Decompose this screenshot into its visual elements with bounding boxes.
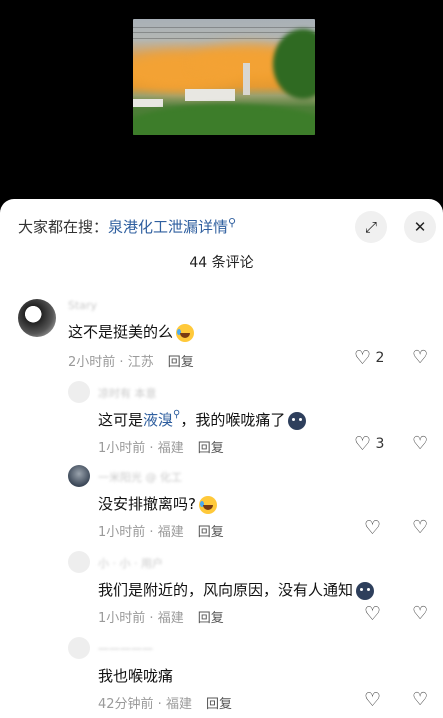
- dislike-button[interactable]: ♡: [412, 689, 428, 710]
- comment-text: 我也喉咙痛: [98, 667, 174, 685]
- factory-building: [133, 99, 163, 107]
- search-prefix: 大家都在搜：: [18, 218, 109, 236]
- laugh-cry-emoji: [198, 495, 217, 514]
- comment-meta: 42分钟前 · 福建 回复: [98, 697, 232, 712]
- comment-meta: 1小时前 · 福建 回复: [98, 611, 224, 626]
- expand-button[interactable]: ⤢: [355, 211, 387, 243]
- comments-sheet: 大家都在搜：泉港化工泄漏详情⚲ ⤢ ✕ 44 条评论 Stary 这不是挺美的么…: [0, 199, 443, 718]
- dislike-button[interactable]: ♡: [412, 433, 428, 454]
- username[interactable]: Stary: [68, 299, 97, 312]
- comment-text: 我们是附近的，风向原因，没有人通知: [98, 579, 375, 600]
- username[interactable]: 小 · 小 · 用户: [98, 555, 163, 571]
- trees: [273, 29, 315, 99]
- video-thumbnail[interactable]: [133, 19, 315, 135]
- broken-heart-icon: ♡: [412, 517, 429, 538]
- like-button[interactable]: ♡ 3: [354, 433, 384, 455]
- reply-button[interactable]: 回复: [206, 697, 232, 712]
- like-button[interactable]: ♡ 2: [354, 347, 384, 369]
- broken-heart-icon: ♡: [412, 347, 429, 368]
- reply-button[interactable]: 回复: [168, 355, 194, 370]
- like-button[interactable]: ♡: [364, 517, 381, 539]
- heart-icon: ♡: [364, 689, 382, 711]
- video-area[interactable]: [0, 0, 443, 200]
- chimney: [243, 63, 250, 95]
- search-icon: ⚲: [228, 216, 237, 229]
- comment-meta: 1小时前 · 福建 回复: [98, 441, 224, 456]
- broken-heart-icon: ♡: [412, 433, 429, 454]
- avatar[interactable]: [68, 381, 90, 403]
- search-suggestion[interactable]: 大家都在搜：泉港化工泄漏详情⚲: [18, 216, 236, 237]
- avatar[interactable]: [68, 637, 90, 659]
- like-button[interactable]: ♡: [364, 603, 381, 625]
- dislike-button[interactable]: ♡: [412, 517, 428, 538]
- comment-meta: 2小时前 · 江苏 回复: [68, 355, 194, 370]
- sad-face-emoji: [288, 411, 307, 430]
- search-keyword[interactable]: 泉港化工泄漏详情: [108, 218, 228, 236]
- heart-icon: ♡: [354, 347, 372, 369]
- close-icon: ✕: [413, 218, 427, 236]
- comment-meta: 1小时前 · 福建 回复: [98, 525, 224, 540]
- comment-count: 44 条评论: [189, 255, 254, 271]
- factory-building: [185, 89, 235, 101]
- heart-icon: ♡: [364, 603, 382, 625]
- grass: [133, 104, 315, 135]
- search-link[interactable]: 液溴: [143, 411, 173, 429]
- username[interactable]: 凉时有 本意: [98, 385, 157, 401]
- reply-button[interactable]: 回复: [198, 441, 224, 456]
- comment-text: 这可是液溴⚲，我的喉咙痛了: [98, 409, 307, 430]
- avatar[interactable]: [68, 465, 90, 487]
- close-button[interactable]: ✕: [404, 211, 436, 243]
- dislike-button[interactable]: ♡: [412, 603, 428, 624]
- power-line: [133, 27, 315, 28]
- avatar[interactable]: [68, 551, 90, 573]
- username[interactable]: 一一一一一: [98, 641, 153, 657]
- broken-heart-icon: ♡: [412, 689, 429, 710]
- username[interactable]: 一米阳光 @ 化工: [98, 469, 182, 485]
- heart-icon: ♡: [354, 433, 372, 455]
- broken-heart-icon: ♡: [412, 603, 429, 624]
- comment-text: 这不是挺美的么: [68, 321, 195, 342]
- reply-button[interactable]: 回复: [198, 525, 224, 540]
- dislike-button[interactable]: ♡: [412, 347, 428, 368]
- sad-face-emoji: [356, 581, 375, 600]
- expand-icon: ⤢: [364, 218, 377, 236]
- heart-icon: ♡: [364, 517, 382, 539]
- reply-button[interactable]: 回复: [198, 611, 224, 626]
- avatar[interactable]: [18, 299, 56, 337]
- comment-text: 没安排撤离吗?: [98, 493, 217, 514]
- laugh-cry-emoji: [176, 323, 195, 342]
- like-button[interactable]: ♡: [364, 689, 381, 711]
